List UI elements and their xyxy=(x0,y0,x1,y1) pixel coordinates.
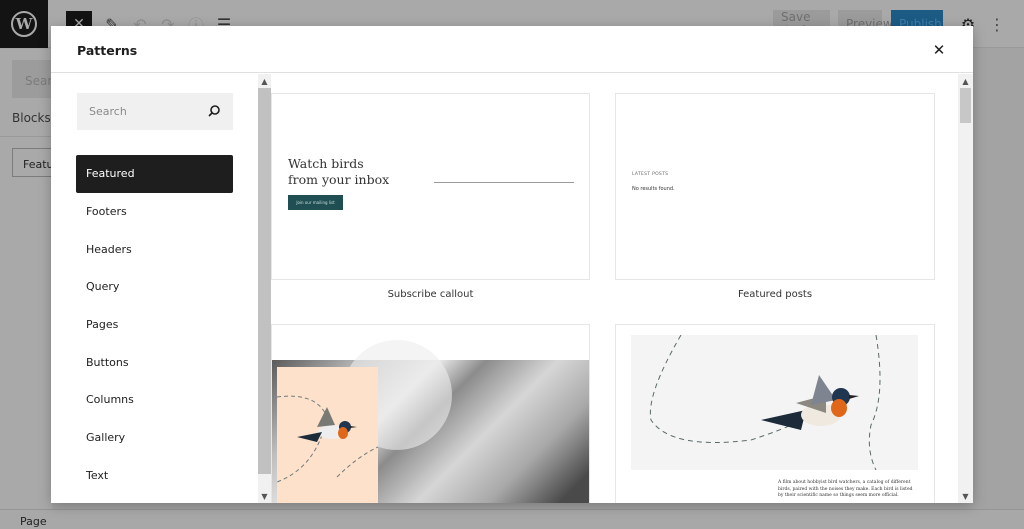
pattern-preview[interactable] xyxy=(271,324,590,503)
category-query[interactable]: Query xyxy=(76,268,233,306)
category-headers[interactable]: Headers xyxy=(76,230,233,268)
pattern-preview[interactable]: A film about hobbyist bird watchers, a c… xyxy=(615,324,935,503)
preview-separator xyxy=(434,182,574,183)
modal-header: Patterns ✕ xyxy=(51,26,973,73)
pattern-card-bird-collage[interactable] xyxy=(271,324,590,503)
pattern-card-subscribe-callout[interactable]: Watch birds from your inbox Join our mai… xyxy=(271,74,590,309)
more-options-icon[interactable]: ⋮ xyxy=(985,12,1009,36)
modal-title: Patterns xyxy=(77,43,138,58)
modal-close-button[interactable]: ✕ xyxy=(929,40,949,60)
search-icon[interactable] xyxy=(206,103,222,119)
category-text[interactable]: Text xyxy=(76,457,233,495)
pattern-card-featured-posts[interactable]: LATEST POSTS No results found. Featured … xyxy=(615,74,935,309)
scroll-down-icon[interactable]: ▼ xyxy=(258,489,271,503)
pattern-card-bird-flight[interactable]: A film about hobbyist bird watchers, a c… xyxy=(615,324,935,503)
inserter-category-select[interactable]: Featured xyxy=(12,148,52,177)
pattern-grid-scrollbar[interactable]: ▲ ▼ xyxy=(958,74,973,503)
sidebar-scrollbar-thumb[interactable] xyxy=(258,88,271,474)
scroll-down-icon[interactable]: ▼ xyxy=(958,489,973,503)
preview-button: Join our mailing list xyxy=(288,195,343,210)
pattern-grid: Watch birds from your inbox Join our mai… xyxy=(271,74,958,503)
category-columns[interactable]: Columns xyxy=(76,381,233,419)
sidebar-scrollbar[interactable]: ▲ ▼ xyxy=(258,74,271,503)
inserter-search-input[interactable]: Search xyxy=(12,60,52,98)
preview-empty-text: No results found. xyxy=(632,186,675,192)
editor-canvas-edge xyxy=(972,49,1024,509)
wordpress-logo[interactable]: W xyxy=(0,0,48,48)
inserter-tab-blocks[interactable]: Blocks xyxy=(12,111,51,125)
pattern-preview[interactable]: LATEST POSTS No results found. xyxy=(615,93,935,280)
category-footers[interactable]: Footers xyxy=(76,193,233,231)
scroll-up-icon[interactable]: ▲ xyxy=(258,74,271,88)
pattern-search-input[interactable] xyxy=(77,93,197,130)
patterns-modal: Patterns ✕ Featured Footers Headers Quer… xyxy=(51,26,973,503)
scroll-up-icon[interactable]: ▲ xyxy=(958,74,973,88)
category-buttons[interactable]: Buttons xyxy=(76,343,233,381)
category-featured[interactable]: Featured xyxy=(76,155,233,193)
bird-illustration-icon xyxy=(277,395,378,483)
bird-flight-icon xyxy=(649,334,881,471)
inserter-divider xyxy=(0,136,52,137)
preview-label: LATEST POSTS xyxy=(632,172,669,177)
pattern-search xyxy=(77,93,233,130)
peach-panel xyxy=(277,367,378,503)
preview-heading: Watch birds from your inbox xyxy=(288,156,390,187)
pattern-caption: Featured posts xyxy=(737,289,813,300)
category-list: Featured Footers Headers Query Pages But… xyxy=(76,155,233,494)
bird-image-box xyxy=(631,334,918,471)
category-pages[interactable]: Pages xyxy=(76,306,233,344)
pattern-preview[interactable]: Watch birds from your inbox Join our mai… xyxy=(271,93,590,280)
preview-body-text: A film about hobbyist bird watchers, a c… xyxy=(778,480,913,498)
status-bar: Page xyxy=(0,509,1024,529)
pattern-category-sidebar: Featured Footers Headers Query Pages But… xyxy=(51,74,258,503)
breadcrumb-page[interactable]: Page xyxy=(20,515,47,528)
close-icon: ✕ xyxy=(932,41,946,59)
pattern-caption: Subscribe callout xyxy=(387,289,474,300)
category-gallery[interactable]: Gallery xyxy=(76,419,233,457)
wordpress-icon: W xyxy=(11,11,37,37)
pattern-grid-scrollbar-thumb[interactable] xyxy=(960,88,971,123)
